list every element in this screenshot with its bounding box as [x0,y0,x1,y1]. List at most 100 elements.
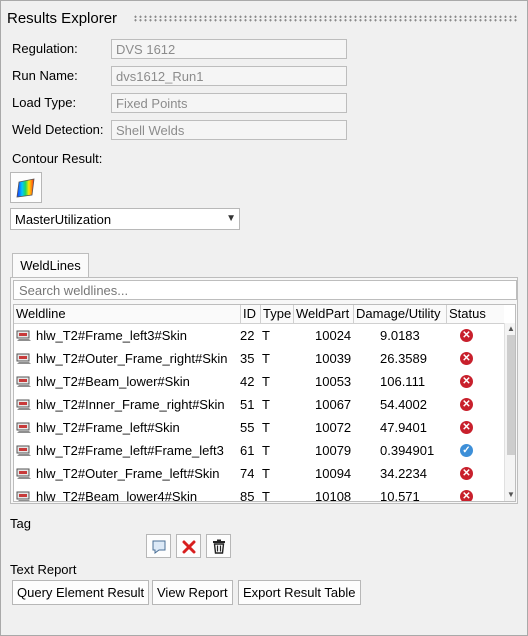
status-fail-icon: ✕ [460,421,473,434]
scroll-down-icon[interactable]: ▼ [506,490,515,500]
column-header-weldpart[interactable]: WeldPart [294,305,354,323]
cell-id: 51 [240,397,255,412]
table-row[interactable]: hlw_T2#Inner_Frame_right#Skin 51 T 10067 54.… [14,393,504,416]
status-fail-icon: ✕ [460,352,473,365]
contour-result-value: MasterUtilization [15,212,112,227]
column-header-type[interactable]: Type [261,305,294,323]
weldline-icon [16,330,31,341]
cell-weldpart: 10108 [315,489,352,502]
tab-weldlines[interactable]: WeldLines [12,253,89,278]
weldline-icon [16,445,31,456]
cell-type: T [262,466,270,481]
cell-type: T [262,328,270,343]
table-row[interactable]: hlw_T2#Outer_Frame_right#Skin 35 T 10039 26.… [14,347,504,370]
status-fail-icon: ✕ [460,375,473,388]
cell-damage: 10.571 [380,489,420,502]
cell-type: T [262,443,270,458]
status-fail-icon: ✕ [460,398,473,411]
contour-result-select[interactable]: MasterUtilization ▼ [10,208,240,230]
cell-damage: 47.9401 [380,420,427,435]
cell-weldpart: 10067 [315,397,352,412]
run-name-label: Run Name: [12,68,78,83]
cell-type: T [262,374,270,389]
status-fail-icon: ✕ [460,329,473,342]
cell-damage: 9.0183 [380,328,420,343]
weldline-icon [16,468,31,479]
cell-type: T [262,420,270,435]
search-weldlines-input[interactable]: Search weldlines... [13,280,517,300]
cell-type: T [262,351,270,366]
weldline-icon [16,399,31,410]
scroll-up-icon[interactable]: ▲ [506,324,515,334]
cell-id: 61 [240,443,255,458]
trash-icon [212,539,225,554]
cell-damage: 34.2234 [380,466,427,481]
drag-grip-handle[interactable] [133,15,518,22]
cell-weldline: hlw_T2#Frame_left3#Skin [36,328,188,343]
export-result-table-button[interactable]: Export Result Table [238,580,361,605]
status-pass-icon: ✓ [460,444,473,457]
table-row[interactable]: hlw_T2#Frame_left#Frame_left3 61 T 10079 0.3… [14,439,504,462]
cell-damage: 26.3589 [380,351,427,366]
panel-title: Results Explorer [7,10,118,27]
load-type-label: Load Type: [12,95,77,110]
status-fail-icon: ✕ [460,467,473,480]
table-row[interactable]: hlw_T2#Beam_lower4#Skin 85 T 10108 10.571 ✕ [14,485,504,502]
cell-damage: 106.111 [380,374,426,389]
cell-id: 74 [240,466,255,481]
cell-id: 42 [240,374,255,389]
cell-damage: 54.4002 [380,397,427,412]
regulation-field: DVS 1612 [111,39,347,59]
cell-weldpart: 10053 [315,374,352,389]
cell-weldpart: 10079 [315,443,352,458]
column-header-status[interactable]: Status [447,305,504,323]
table-row[interactable]: hlw_T2#Beam_lower#Skin 42 T 10053 106.111 ✕ [14,370,504,393]
cell-weldpart: 10039 [315,351,352,366]
view-report-button[interactable]: View Report [152,580,233,605]
chevron-down-icon: ▼ [226,213,236,224]
column-header-id[interactable]: ID [241,305,261,323]
weldline-icon [16,376,31,387]
cell-damage: 0.394901 [380,443,435,458]
results-explorer-panel: Results Explorer Regulation: DVS 1612 Ru… [0,0,528,636]
tag-note-icon [152,540,165,554]
cell-weldline: hlw_T2#Frame_left#Skin [36,420,180,435]
cell-weldline: hlw_T2#Beam_lower4#Skin [36,489,198,502]
table-scrollbar[interactable]: ▲ ▼ [504,323,515,501]
column-header-damage[interactable]: Damage/Utility [354,305,447,323]
remove-tag-button[interactable] [176,534,201,558]
table-row[interactable]: hlw_T2#Outer_Frame_left#Skin 74 T 10094 34.2… [14,462,504,485]
contour-result-label: Contour Result: [12,151,103,166]
run-name-field: dvs1612_Run1 [111,66,347,86]
query-element-result-button[interactable]: Query Element Result [12,580,150,605]
weldline-icon [16,353,31,364]
color-map-button[interactable] [10,172,42,203]
regulation-label: Regulation: [12,41,78,56]
table-row[interactable]: hlw_T2#Frame_left#Skin 55 T 10072 47.9401 ✕ [14,416,504,439]
table-header: Weldline ID Type WeldPart Damage/Utility… [14,305,504,324]
cell-weldline: hlw_T2#Outer_Frame_left#Skin [36,466,220,481]
table-row[interactable]: hlw_T2#Frame_left3#Skin 22 T 10024 9.0183 ✕ [14,324,504,347]
cell-weldline: hlw_T2#Frame_left#Frame_left3 [36,443,224,458]
red-x-icon [182,540,195,554]
add-tag-button[interactable] [146,534,171,558]
column-header-weldline[interactable]: Weldline [14,305,241,323]
cell-weldpart: 10024 [315,328,352,343]
cell-id: 22 [240,328,255,343]
cell-type: T [262,489,270,502]
color-map-icon [16,178,35,198]
weld-detection-label: Weld Detection: [12,122,104,137]
cell-weldline: hlw_T2#Outer_Frame_right#Skin [36,351,228,366]
cell-type: T [262,397,270,412]
weldlines-table: Weldline ID Type WeldPart Damage/Utility… [13,304,516,502]
weld-detection-field: Shell Welds [111,120,347,140]
tag-label: Tag [10,516,31,531]
cell-id: 35 [240,351,255,366]
scroll-thumb[interactable] [507,335,515,455]
cell-id: 55 [240,420,255,435]
delete-tag-button[interactable] [206,534,231,558]
load-type-field: Fixed Points [111,93,347,113]
cell-weldline: hlw_T2#Beam_lower#Skin [36,374,190,389]
cell-weldpart: 10094 [315,466,352,481]
status-fail-icon: ✕ [460,490,473,501]
